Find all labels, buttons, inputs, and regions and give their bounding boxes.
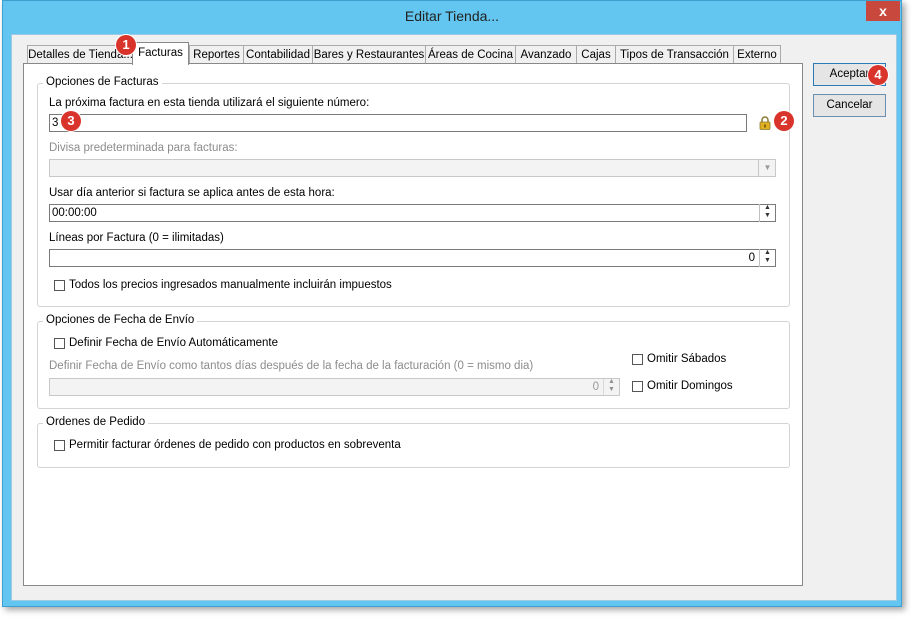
- purchase-orders-legend: Ordenes de Pedido: [43, 416, 149, 428]
- dialog-client: Detalles de Tienda... Facturas Reportes …: [11, 34, 897, 601]
- skip-saturday-label: Omitir Sábados: [647, 353, 727, 365]
- tab-externo[interactable]: Externo: [733, 45, 781, 64]
- auto-ship-date-label: Definir Fecha de Envío Automáticamente: [69, 337, 279, 349]
- spin-up-icon[interactable]: ▲: [760, 249, 775, 257]
- tab-avanzado[interactable]: Avanzado: [515, 45, 577, 64]
- tab-cajas[interactable]: Cajas: [576, 45, 616, 64]
- currency-select[interactable]: [49, 159, 776, 177]
- ship-days-label: Definir Fecha de Envío como tantos días …: [49, 360, 534, 372]
- tab-facturas[interactable]: Facturas: [132, 42, 189, 65]
- chevron-down-icon[interactable]: ▼: [758, 160, 776, 176]
- ship-days-spinner[interactable]: ▲ ▼: [603, 378, 619, 396]
- oversell-label: Permitir facturar órdenes de pedido con …: [69, 439, 401, 451]
- lines-spinner[interactable]: ▲ ▼: [759, 249, 775, 267]
- facturas-panel: Opciones de Facturas La próxima factura …: [23, 63, 803, 586]
- lock-icon[interactable]: [759, 116, 771, 130]
- skip-saturday-checkbox[interactable]: [632, 354, 643, 365]
- oversell-checkbox[interactable]: [54, 440, 65, 451]
- prev-day-time-input[interactable]: 00:00:00: [49, 204, 776, 222]
- prev-day-label: Usar día anterior si factura se aplica a…: [49, 187, 335, 199]
- ship-days-input[interactable]: 0: [49, 378, 620, 396]
- spin-up-icon[interactable]: ▲: [760, 204, 775, 212]
- spin-down-icon[interactable]: ▼: [760, 212, 775, 220]
- auto-ship-date-checkbox[interactable]: [54, 338, 65, 349]
- currency-label: Divisa predeterminada para facturas:: [49, 142, 238, 154]
- next-invoice-label: La próxima factura en esta tienda utiliz…: [49, 97, 370, 109]
- tab-contabilidad[interactable]: Contabilidad: [243, 45, 313, 64]
- annotation-badge-3: 3: [61, 111, 81, 131]
- spin-down-icon[interactable]: ▼: [604, 386, 619, 394]
- tax-included-label: Todos los precios ingresados manualmente…: [69, 279, 392, 291]
- annotation-badge-4: 4: [868, 65, 888, 85]
- close-button[interactable]: x: [866, 1, 900, 21]
- tax-included-checkbox[interactable]: [54, 280, 65, 291]
- tab-tipos-transaccion[interactable]: Tipos de Transacción: [615, 45, 734, 64]
- next-invoice-input[interactable]: 3: [49, 114, 747, 132]
- tab-reportes[interactable]: Reportes: [189, 45, 244, 64]
- spin-down-icon[interactable]: ▼: [760, 257, 775, 265]
- skip-sunday-checkbox[interactable]: [632, 381, 643, 392]
- prev-day-spinner[interactable]: ▲ ▼: [759, 204, 775, 222]
- ship-options-legend: Opciones de Fecha de Envío: [43, 314, 198, 326]
- skip-sunday-label: Omitir Domingos: [647, 380, 733, 392]
- annotation-badge-2: 2: [774, 111, 794, 131]
- lines-per-invoice-input[interactable]: 0: [49, 249, 776, 267]
- window-title: Editar Tienda...: [404, 8, 500, 24]
- dialog-window: Editar Tienda... x Detalles de Tienda...…: [2, 0, 902, 607]
- tab-bares[interactable]: Bares y Restaurantes: [312, 45, 426, 64]
- tab-areas-cocina[interactable]: Áreas de Cocina: [425, 45, 516, 64]
- spin-up-icon[interactable]: ▲: [604, 378, 619, 386]
- lines-per-invoice-label: Líneas por Factura (0 = ilimitadas): [49, 232, 224, 244]
- invoice-options-legend: Opciones de Facturas: [43, 76, 162, 88]
- annotation-badge-1: 1: [116, 35, 136, 55]
- cancel-button[interactable]: Cancelar: [813, 94, 886, 117]
